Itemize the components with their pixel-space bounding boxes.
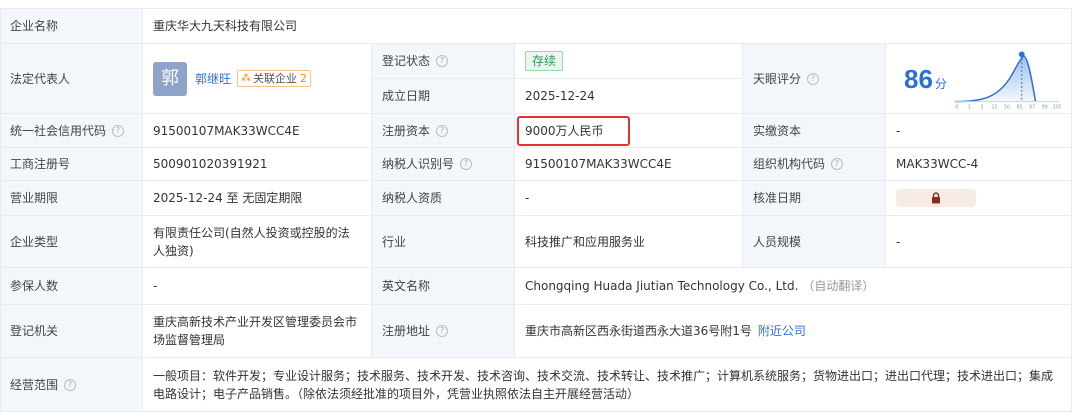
tianyan-score-unit: 分 [934,76,947,91]
highlight-box: 9000万人民币 [517,115,630,146]
locked-value[interactable] [896,189,976,207]
label-company-name: 企业名称 [0,8,143,44]
label-business-scope: 经营范围? [0,358,143,412]
axis-tick-label: 97 [1029,104,1035,110]
value-approval-date [886,181,1072,216]
label-reg-capital: 注册资本? [372,114,515,148]
value-biz-reg-no: 500901020391921 [143,148,372,181]
help-icon[interactable]: ? [64,378,77,391]
label-term: 营业期限 [0,181,143,216]
value-insured: - [143,268,372,305]
related-companies-badge[interactable]: ⁂ 关联企业 2 [237,70,312,87]
label-reg-authority: 登记机关 [0,305,143,358]
help-icon[interactable]: ? [436,124,449,137]
value-company-name: 重庆华大九天科技有限公司 [143,8,1072,44]
help-icon[interactable]: ? [112,124,125,137]
value-term: 2025-12-24 至 无固定期限 [143,181,372,216]
label-taxpayer-qual: 纳税人资质 [372,181,515,216]
value-reg-capital: 9000万人民币 [515,114,743,148]
axis-tick-label: 5 [980,104,983,110]
value-reg-authority: 重庆高新技术产业开发区管理委员会市场监督管理局 [143,305,372,358]
help-icon[interactable]: ? [831,158,844,170]
value-credit-code: 91500107MAK33WCC4E [143,114,372,148]
value-est-date: 2025-12-24 [515,79,743,114]
status-badge: 存续 [525,51,564,71]
label-reg-address: 注册地址? [372,305,515,358]
axis-tick-label: 0 [955,104,958,110]
company-info-table: 企业名称 重庆华大九天科技有限公司 法定代表人 郭 郭继旺 ⁂ 关联企业 2 登… [0,0,1080,418]
axis-tick-label: 85 [1016,104,1022,110]
label-english-name: 英文名称 [372,268,515,305]
label-taxpayer-id: 纳税人识别号? [372,148,515,181]
value-taxpayer-id: 91500107MAK33WCC4E [515,148,743,181]
axis-tick-label: 100 [1052,104,1061,110]
label-biz-reg-no: 工商注册号 [0,148,143,181]
axis-ticks: 0 1 5 15 50 85 97 99 100 [955,104,1061,110]
legal-rep-name-link[interactable]: 郭继旺 [195,70,231,88]
label-paid-capital: 实缴资本 [743,114,886,148]
label-est-date: 成立日期 [372,79,515,114]
value-english-name: Chongqing Huada Jiutian Technology Co., … [515,268,1072,305]
value-taxpayer-qual: - [515,181,743,216]
value-business-scope: 一般项目：软件开发；专业设计服务；技术服务、技术开发、技术咨询、技术交流、技术转… [143,358,1072,412]
axis-tick-label: 50 [1004,104,1010,110]
score-distribution-curve: 0 1 5 15 50 85 97 99 100 [954,50,1061,110]
value-company-type: 有限责任公司(自然人投资或控股的法人独资) [143,216,372,268]
label-tianyan-score: 天眼评分? [743,44,886,114]
value-staff-size: - [886,216,1072,268]
tianyan-score-number: 86 [904,63,933,94]
related-companies-icon: ⁂ [241,73,252,84]
label-org-code: 组织机构代码? [743,148,886,181]
axis-tick-label: 99 [1041,104,1047,110]
avatar[interactable]: 郭 [153,61,187,96]
value-tianyan-score[interactable]: 86 分 0 1 5 15 50 85 97 99 100 [886,44,1072,114]
value-reg-status: 存续 [515,44,743,79]
score-marker-dot [1018,50,1025,57]
help-icon[interactable]: ? [807,72,820,85]
value-legal-rep: 郭 郭继旺 ⁂ 关联企业 2 [143,44,372,114]
value-reg-address: 重庆市高新区西永街道西永大道36号附1号 附近公司 [515,305,1072,358]
label-company-type: 企业类型 [0,216,143,268]
axis-tick-label: 15 [991,104,997,110]
value-industry: 科技推广和应用服务业 [515,216,743,268]
label-staff-size: 人员规模 [743,216,886,268]
label-legal-rep: 法定代表人 [0,44,143,114]
axis-tick-label: 1 [968,104,971,110]
label-insured: 参保人数 [0,268,143,305]
help-icon[interactable]: ? [436,325,449,337]
label-industry: 行业 [372,216,515,268]
curve-area [954,55,1036,102]
help-icon[interactable]: ? [436,55,449,67]
table-left-border [0,8,1,412]
value-org-code: MAK33WCC-4 [886,148,1072,181]
lock-icon [932,192,940,204]
label-approval-date: 核准日期 [743,181,886,216]
help-icon[interactable]: ? [460,158,473,170]
label-reg-status: 登记状态? [372,44,515,79]
nearby-companies-link[interactable]: 附近公司 [758,322,806,340]
value-paid-capital: - [886,114,1072,148]
label-credit-code: 统一社会信用代码? [0,114,143,148]
